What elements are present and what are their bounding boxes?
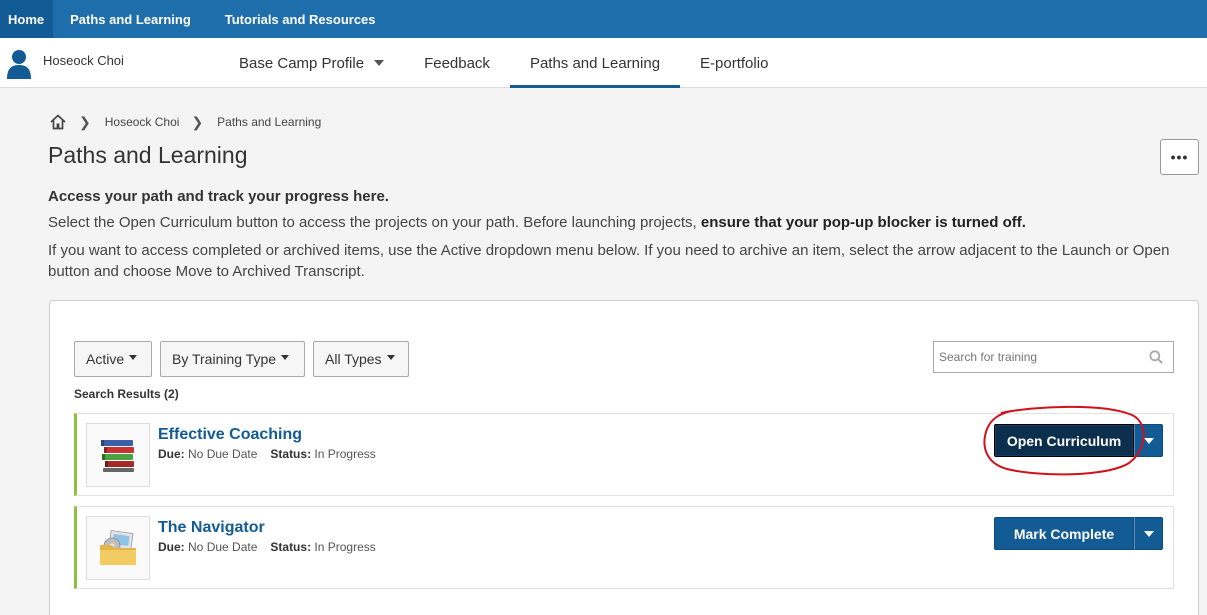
subnav-e-portfolio[interactable]: E-portfolio: [680, 38, 788, 88]
training-meta: Due: No Due Date Status: In Progress: [158, 540, 376, 554]
mark-complete-button[interactable]: Mark Complete: [994, 517, 1134, 550]
subnav-base-camp-profile[interactable]: Base Camp Profile: [219, 38, 404, 88]
breadcrumb-user[interactable]: Hoseock Choi: [105, 115, 180, 129]
training-meta: Due: No Due Date Status: In Progress: [158, 447, 376, 461]
folder-icon: [100, 530, 136, 565]
due-label: Due:: [158, 540, 185, 554]
search-input[interactable]: [934, 342, 1134, 372]
subnav-feedback[interactable]: Feedback: [404, 38, 510, 88]
tab-tutorials-and-resources[interactable]: Tutorials and Resources: [208, 0, 393, 38]
caret-down-icon: [129, 354, 138, 360]
top-nav: Home Paths and Learning Tutorials and Re…: [0, 0, 1207, 38]
mark-complete-options-toggle[interactable]: [1134, 517, 1163, 550]
intro-text-2: If you want to access completed or archi…: [48, 242, 1170, 280]
caret-down-icon: [1143, 437, 1154, 444]
status-filter-label: Active: [86, 351, 125, 367]
intro-text-1-bold: ensure that your pop-up blocker is turne…: [700, 214, 1026, 231]
breadcrumb: ❯ Hoseock Choi ❯ Paths and Learning: [49, 113, 321, 131]
all-types-dropdown[interactable]: All Types: [313, 341, 409, 377]
intro-text-1-plain: Select the Open Curriculum button to acc…: [48, 214, 697, 231]
tab-home[interactable]: Home: [0, 0, 54, 38]
all-types-label: All Types: [325, 351, 382, 367]
training-row: Effective Coaching Due: No Due Date Statu…: [74, 413, 1174, 496]
caret-down-icon: [386, 354, 395, 360]
tab-paths-and-learning[interactable]: Paths and Learning: [53, 0, 208, 38]
profile-subnav: Base Camp Profile Feedback Paths and Lea…: [219, 38, 788, 88]
status-label: Status:: [270, 540, 312, 554]
user-avatar-icon[interactable]: [4, 47, 34, 79]
search-icon[interactable]: [1149, 350, 1163, 364]
breadcrumb-current: Paths and Learning: [217, 115, 322, 129]
intro-heading: Access your path and track your progress…: [48, 188, 389, 205]
page-title: Paths and Learning: [48, 142, 248, 168]
training-row: The Navigator Due: No Due Date Status: In…: [74, 506, 1174, 589]
due-label: Due:: [158, 447, 185, 461]
training-title[interactable]: The Navigator: [158, 519, 265, 537]
training-title[interactable]: Effective Coaching: [158, 426, 302, 444]
caret-down-icon: [281, 354, 290, 360]
caret-down-icon: [374, 60, 385, 66]
training-thumbnail: [86, 423, 150, 487]
profile-bar: Hoseock Choi Base Camp Profile Feedback …: [0, 38, 1207, 88]
caret-down-icon: [1143, 530, 1154, 537]
open-curriculum-button[interactable]: Open Curriculum: [994, 424, 1134, 457]
search-results-label: Search Results (2): [74, 387, 179, 401]
subnav-label: Base Camp Profile: [239, 54, 365, 72]
open-curriculum-split-button: Open Curriculum: [994, 424, 1163, 457]
due-value: No Due Date: [188, 540, 258, 554]
due-value: No Due Date: [188, 447, 258, 461]
mark-complete-split-button: Mark Complete: [994, 517, 1163, 550]
status-value: In Progress: [314, 447, 376, 461]
more-options-button[interactable]: •••: [1160, 139, 1199, 175]
chevron-right-icon: ❯: [79, 113, 91, 130]
books-icon: [101, 440, 134, 472]
training-thumbnail: [86, 516, 150, 580]
open-curriculum-options-toggle[interactable]: [1134, 424, 1163, 457]
status-value: In Progress: [314, 540, 376, 554]
intro-text-1: Select the Open Curriculum button to acc…: [48, 214, 1026, 231]
training-type-dropdown[interactable]: By Training Type: [160, 341, 305, 377]
user-name[interactable]: Hoseock Choi: [43, 53, 124, 68]
chevron-right-icon: ❯: [191, 113, 204, 130]
home-icon[interactable]: [49, 113, 67, 131]
subnav-paths-and-learning[interactable]: Paths and Learning: [509, 38, 681, 88]
search-box: [933, 341, 1174, 373]
status-label: Status:: [270, 447, 312, 461]
status-filter-dropdown[interactable]: Active: [74, 341, 152, 377]
training-type-label: By Training Type: [172, 351, 277, 367]
